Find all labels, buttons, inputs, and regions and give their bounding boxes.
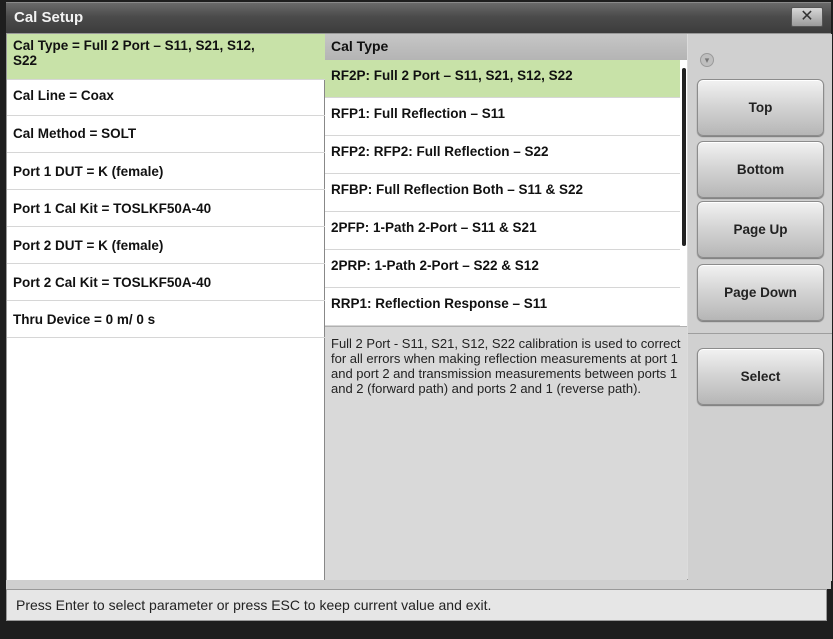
param-row-cal-method[interactable]: Cal Method = SOLT — [7, 116, 325, 153]
title-bar: Cal Setup ✕ — [6, 2, 831, 33]
bottom-button[interactable]: Bottom — [697, 141, 824, 198]
param-label: Cal Method = SOLT — [13, 126, 137, 141]
list-item-label: RFP2: RFP2: Full Reflection – S22 — [331, 144, 549, 159]
list-item[interactable]: RFP2: RFP2: Full Reflection – S22 — [325, 136, 680, 174]
list-item[interactable]: RFP1: Full Reflection – S11 — [325, 98, 680, 136]
button-column: ▾ Top Bottom Page Up Page Down Select — [688, 34, 832, 581]
param-label: Port 2 DUT = K (female) — [13, 238, 164, 253]
cal-setup-window: Cal Setup ✕ Cal Type = Full 2 Port – S11… — [0, 0, 833, 639]
option-description: Full 2 Port - S11, S21, S12, S22 calibra… — [325, 326, 687, 581]
list-scrollbar[interactable] — [680, 60, 687, 326]
status-bar: Press Enter to select parameter or press… — [6, 589, 827, 621]
list-header: Cal Type — [325, 34, 687, 60]
list-item[interactable]: RFBP: Full Reflection Both – S11 & S22 — [325, 174, 680, 212]
top-button[interactable]: Top — [697, 79, 824, 136]
select-button[interactable]: Select — [697, 348, 824, 405]
param-label: Port 1 Cal Kit = TOSLKF50A-40 — [13, 201, 212, 216]
list-item-label: 2PFP: 1-Path 2-Port – S11 & S21 — [331, 220, 537, 235]
param-label-continued: S22 — [13, 53, 38, 68]
param-row-port1-cal-kit[interactable]: Port 1 Cal Kit = TOSLKF50A-40 — [7, 190, 325, 227]
parameter-list: Cal Type = Full 2 Port – S11, S21, S12, … — [7, 34, 325, 581]
page-down-button-label: Page Down — [724, 285, 797, 300]
list-item-label: RF2P: Full 2 Port – S11, S21, S12, S22 — [331, 68, 573, 83]
scroll-indicator-icon: ▾ — [700, 53, 714, 67]
option-list[interactable]: RF2P: Full 2 Port – S11, S21, S12, S22 R… — [325, 60, 680, 326]
param-row-cal-line[interactable]: Cal Line = Coax — [7, 80, 325, 116]
option-panel: Cal Type RF2P: Full 2 Port – S11, S21, S… — [325, 34, 687, 581]
param-row-port2-dut[interactable]: Port 2 DUT = K (female) — [7, 227, 325, 264]
window-title: Cal Setup — [14, 9, 84, 26]
param-label: Cal Type = Full 2 Port – S11, S21, S12, — [13, 38, 255, 53]
list-item[interactable]: RF2P: Full 2 Port – S11, S21, S12, S22 — [325, 60, 680, 98]
window-footer — [6, 621, 831, 639]
list-item-label: 2PRP: 1-Path 2-Port – S22 & S12 — [331, 258, 539, 273]
param-label: Thru Device = 0 m/ 0 s — [13, 312, 156, 327]
param-label: Port 2 Cal Kit = TOSLKF50A-40 — [13, 275, 212, 290]
page-down-button[interactable]: Page Down — [697, 264, 824, 321]
list-item[interactable]: 2PFP: 1-Path 2-Port – S11 & S21 — [325, 212, 680, 250]
param-row-thru-device[interactable]: Thru Device = 0 m/ 0 s — [7, 301, 325, 338]
list-item-label: RRP1: Reflection Response – S11 — [331, 296, 548, 311]
list-item[interactable]: RRP1: Reflection Response – S11 — [325, 288, 680, 326]
close-icon: ✕ — [800, 8, 814, 25]
separator-strip — [6, 580, 831, 589]
list-item-label: RFP1: Full Reflection – S11 — [331, 106, 506, 121]
select-button-label: Select — [740, 369, 781, 384]
bottom-button-label: Bottom — [736, 162, 785, 177]
param-row-port2-cal-kit[interactable]: Port 2 Cal Kit = TOSLKF50A-40 — [7, 264, 325, 301]
scrollbar-thumb[interactable] — [682, 68, 686, 246]
close-button[interactable]: ✕ — [791, 7, 823, 27]
button-divider — [688, 333, 832, 334]
page-up-button-label: Page Up — [733, 222, 788, 237]
param-row-port1-dut[interactable]: Port 1 DUT = K (female) — [7, 153, 325, 190]
list-item[interactable]: 2PRP: 1-Path 2-Port – S22 & S12 — [325, 250, 680, 288]
page-up-button[interactable]: Page Up — [697, 201, 824, 258]
param-row-cal-type[interactable]: Cal Type = Full 2 Port – S11, S21, S12, … — [7, 34, 325, 80]
list-item-label: RFBP: Full Reflection Both – S11 & S22 — [331, 182, 584, 197]
top-button-label: Top — [748, 100, 773, 115]
dialog-content: Cal Type = Full 2 Port – S11, S21, S12, … — [6, 33, 832, 581]
param-label: Port 1 DUT = K (female) — [13, 164, 164, 179]
status-text: Press Enter to select parameter or press… — [16, 597, 492, 613]
param-label: Cal Line = Coax — [13, 88, 114, 103]
